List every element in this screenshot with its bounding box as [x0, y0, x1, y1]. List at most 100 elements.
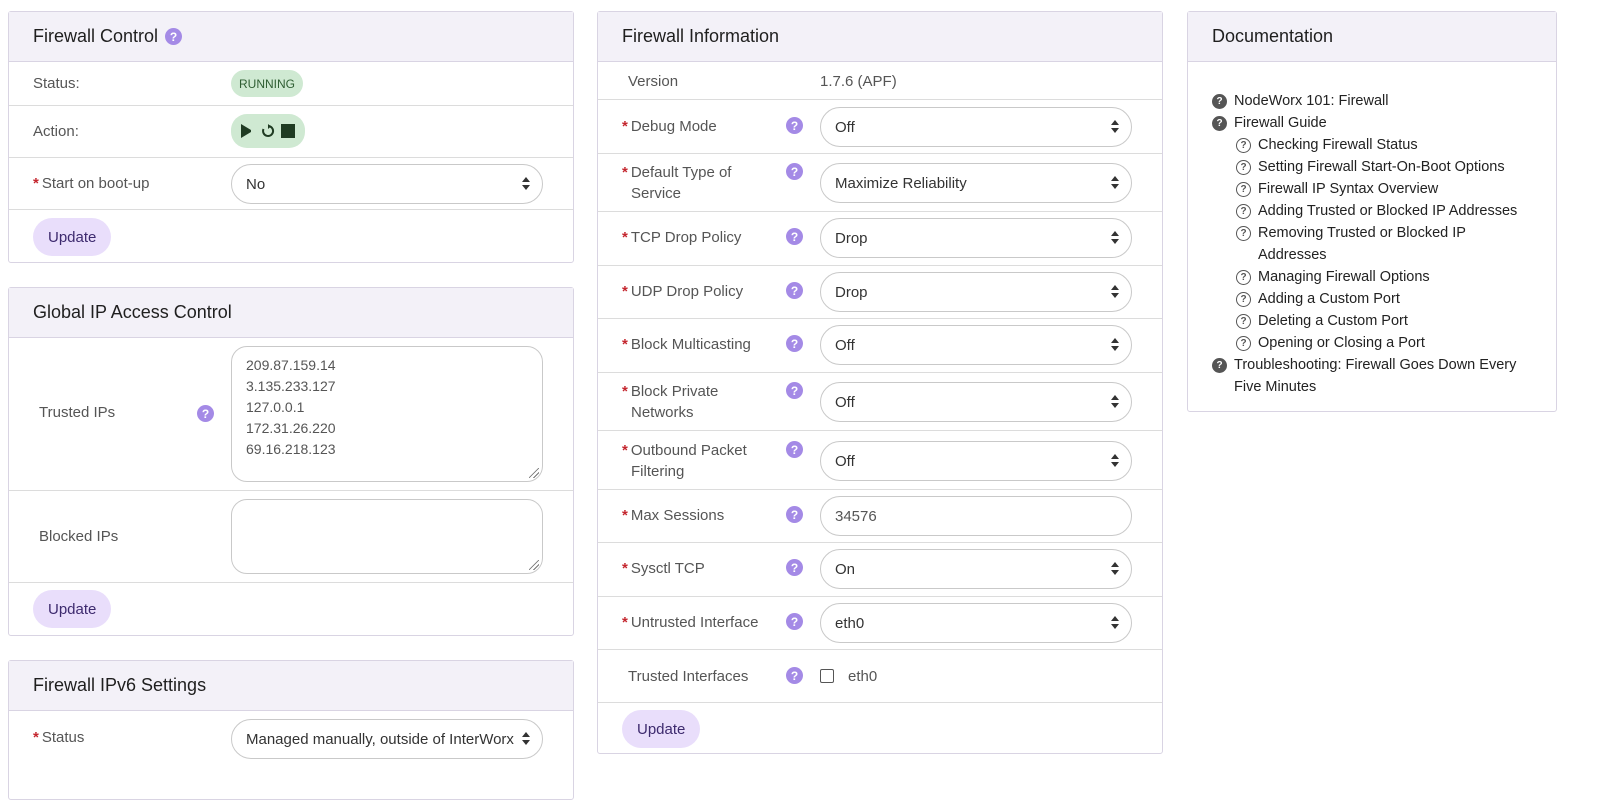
debug-mode-select[interactable]: Off — [820, 107, 1132, 147]
field-row-max-sessions: * Max Sessions ? 34576 — [598, 490, 1162, 543]
boot-row: * Start on boot-up No — [9, 158, 573, 210]
field-label-text: UDP Drop Policy — [630, 283, 744, 300]
udp-drop-select[interactable]: Drop — [820, 272, 1132, 312]
question-circle-outline-icon: ? — [1236, 270, 1251, 285]
private-networks-select[interactable]: Off — [820, 382, 1132, 422]
help-icon[interactable]: ? — [786, 667, 803, 684]
documentation-list: ? NodeWorx 101: Firewall ? Firewall Guide … — [1188, 62, 1556, 398]
help-icon[interactable]: ? — [786, 282, 803, 299]
ipv6-status-label: * Status — [33, 729, 84, 746]
firewall-info-panel: Firewall Information Version 1.7.6 (APF)… — [597, 11, 1163, 754]
tos-select[interactable]: Maximize Reliability — [820, 163, 1132, 203]
field-label-text: Debug Mode — [630, 118, 717, 135]
panel-title: Firewall Information — [622, 26, 780, 46]
trusted-ips-textarea[interactable]: 209.87.159.14 3.135.233.127 127.0.0.1 17… — [231, 346, 543, 482]
help-icon[interactable]: ? — [165, 28, 183, 45]
help-icon[interactable]: ? — [786, 335, 803, 352]
help-icon[interactable]: ? — [786, 506, 803, 523]
field-label: * Max Sessions — [622, 507, 724, 524]
select-arrow-icon — [1111, 616, 1119, 630]
doc-link-text: Setting Firewall Start-On-Boot Options — [1258, 159, 1505, 175]
field-label: * Sysctl TCP — [622, 560, 705, 577]
stop-icon[interactable] — [281, 124, 295, 138]
eth0-checkbox-label: eth0 — [848, 668, 878, 685]
ipv6-status-select[interactable]: Managed manually, outside of InterWorx — [231, 719, 543, 759]
doc-link[interactable]: ? Removing Trusted or Blocked IP Addresse… — [1212, 222, 1536, 266]
panel-title: Firewall IPv6 Settings — [33, 675, 207, 695]
doc-link[interactable]: ? Adding a Custom Port — [1212, 288, 1536, 310]
doc-link[interactable]: ? Firewall IP Syntax Overview — [1212, 178, 1536, 200]
untrusted-if-select[interactable]: eth0 — [820, 603, 1132, 643]
help-icon[interactable]: ? — [786, 117, 803, 134]
documentation-panel: Documentation ? NodeWorx 101: Firewall ? F… — [1187, 11, 1557, 412]
question-circle-outline-icon: ? — [1236, 204, 1251, 219]
play-icon[interactable] — [241, 124, 255, 138]
multicast-select[interactable]: Off — [820, 325, 1132, 365]
outbound-select[interactable]: Off — [820, 441, 1132, 481]
doc-link-text: Removing Trusted or Blocked IP Addresses — [1258, 225, 1466, 263]
boot-select[interactable]: No — [231, 164, 543, 204]
field-row-untrusted-if: * Untrusted Interface ? eth0 — [598, 597, 1162, 650]
doc-link-text: Checking Firewall Status — [1258, 137, 1418, 153]
eth0-checkbox[interactable] — [820, 669, 834, 683]
help-icon[interactable]: ? — [786, 382, 803, 399]
required-marker: * — [622, 442, 628, 459]
select-arrow-icon — [1111, 562, 1119, 576]
blocked-ips-textarea[interactable] — [231, 499, 543, 574]
question-circle-outline-icon: ? — [1236, 314, 1251, 329]
restart-icon[interactable] — [261, 124, 275, 138]
global-ip-header: Global IP Access Control — [9, 288, 573, 338]
help-icon[interactable]: ? — [786, 441, 803, 458]
help-icon[interactable]: ? — [786, 163, 803, 180]
field-label-text: TCP Drop Policy — [630, 229, 742, 246]
help-icon[interactable]: ? — [786, 228, 803, 245]
trusted-ip-line: 172.31.26.220 — [246, 420, 336, 436]
doc-link[interactable]: ? Opening or Closing a Port — [1212, 332, 1536, 354]
field-label-text-line2: Service — [631, 185, 682, 202]
help-icon[interactable]: ? — [786, 559, 803, 576]
update-button[interactable]: Update — [33, 218, 112, 256]
field-label-text: Default Type of — [630, 164, 732, 181]
boot-select-value: No — [246, 175, 266, 193]
doc-link[interactable]: ? Managing Firewall Options — [1212, 266, 1536, 288]
doc-link[interactable]: ? Troubleshooting: Firewall Goes Down Eve… — [1212, 354, 1536, 398]
select-arrow-icon — [1111, 338, 1119, 352]
field-label-text: Block Multicasting — [630, 336, 751, 353]
tcp-drop-select[interactable]: Drop — [820, 218, 1132, 258]
field-label: * Block Private Networks — [622, 381, 718, 423]
help-icon[interactable]: ? — [197, 405, 214, 422]
panel-title: Global IP Access Control — [33, 302, 232, 322]
help-icon[interactable]: ? — [786, 613, 803, 630]
doc-link[interactable]: ? NodeWorx 101: Firewall — [1212, 90, 1536, 112]
select-value: eth0 — [835, 614, 865, 632]
select-arrow-icon — [1111, 231, 1119, 245]
doc-link[interactable]: ? Adding Trusted or Blocked IP Addresses — [1212, 200, 1536, 222]
update-button[interactable]: Update — [622, 710, 701, 748]
global-ip-panel: Global IP Access Control Trusted IPs ? 2… — [8, 287, 574, 636]
action-label: Action: — [33, 123, 79, 140]
resize-handle[interactable] — [529, 560, 539, 570]
doc-link[interactable]: ? Deleting a Custom Port — [1212, 310, 1536, 332]
required-marker: * — [622, 164, 628, 181]
required-marker: * — [622, 336, 628, 353]
field-label: * Debug Mode — [622, 118, 717, 135]
select-value: Off — [835, 452, 855, 470]
field-row-tos: * Default Type of Service ? Maximize Relia… — [598, 154, 1162, 212]
trusted-ip-line: 3.135.233.127 — [246, 378, 336, 394]
resize-handle[interactable] — [529, 468, 539, 478]
doc-link[interactable]: ? Setting Firewall Start-On-Boot Options — [1212, 156, 1536, 178]
status-badge: RUNNING — [231, 70, 303, 97]
required-marker: * — [622, 383, 628, 400]
doc-link[interactable]: ? Checking Firewall Status — [1212, 134, 1536, 156]
doc-link[interactable]: ? Firewall Guide — [1212, 112, 1536, 134]
required-marker: * — [622, 507, 628, 524]
sysctl-select[interactable]: On — [820, 549, 1132, 589]
version-row: Version 1.7.6 (APF) — [598, 62, 1162, 100]
select-arrow-icon — [522, 732, 530, 746]
select-arrow-icon — [1111, 285, 1119, 299]
update-button[interactable]: Update — [33, 590, 112, 628]
update-row: Update — [598, 703, 1162, 755]
field-label: * Outbound Packet Filtering — [622, 440, 747, 482]
select-value: Off — [835, 336, 855, 354]
max-sessions-input[interactable]: 34576 — [820, 496, 1132, 536]
